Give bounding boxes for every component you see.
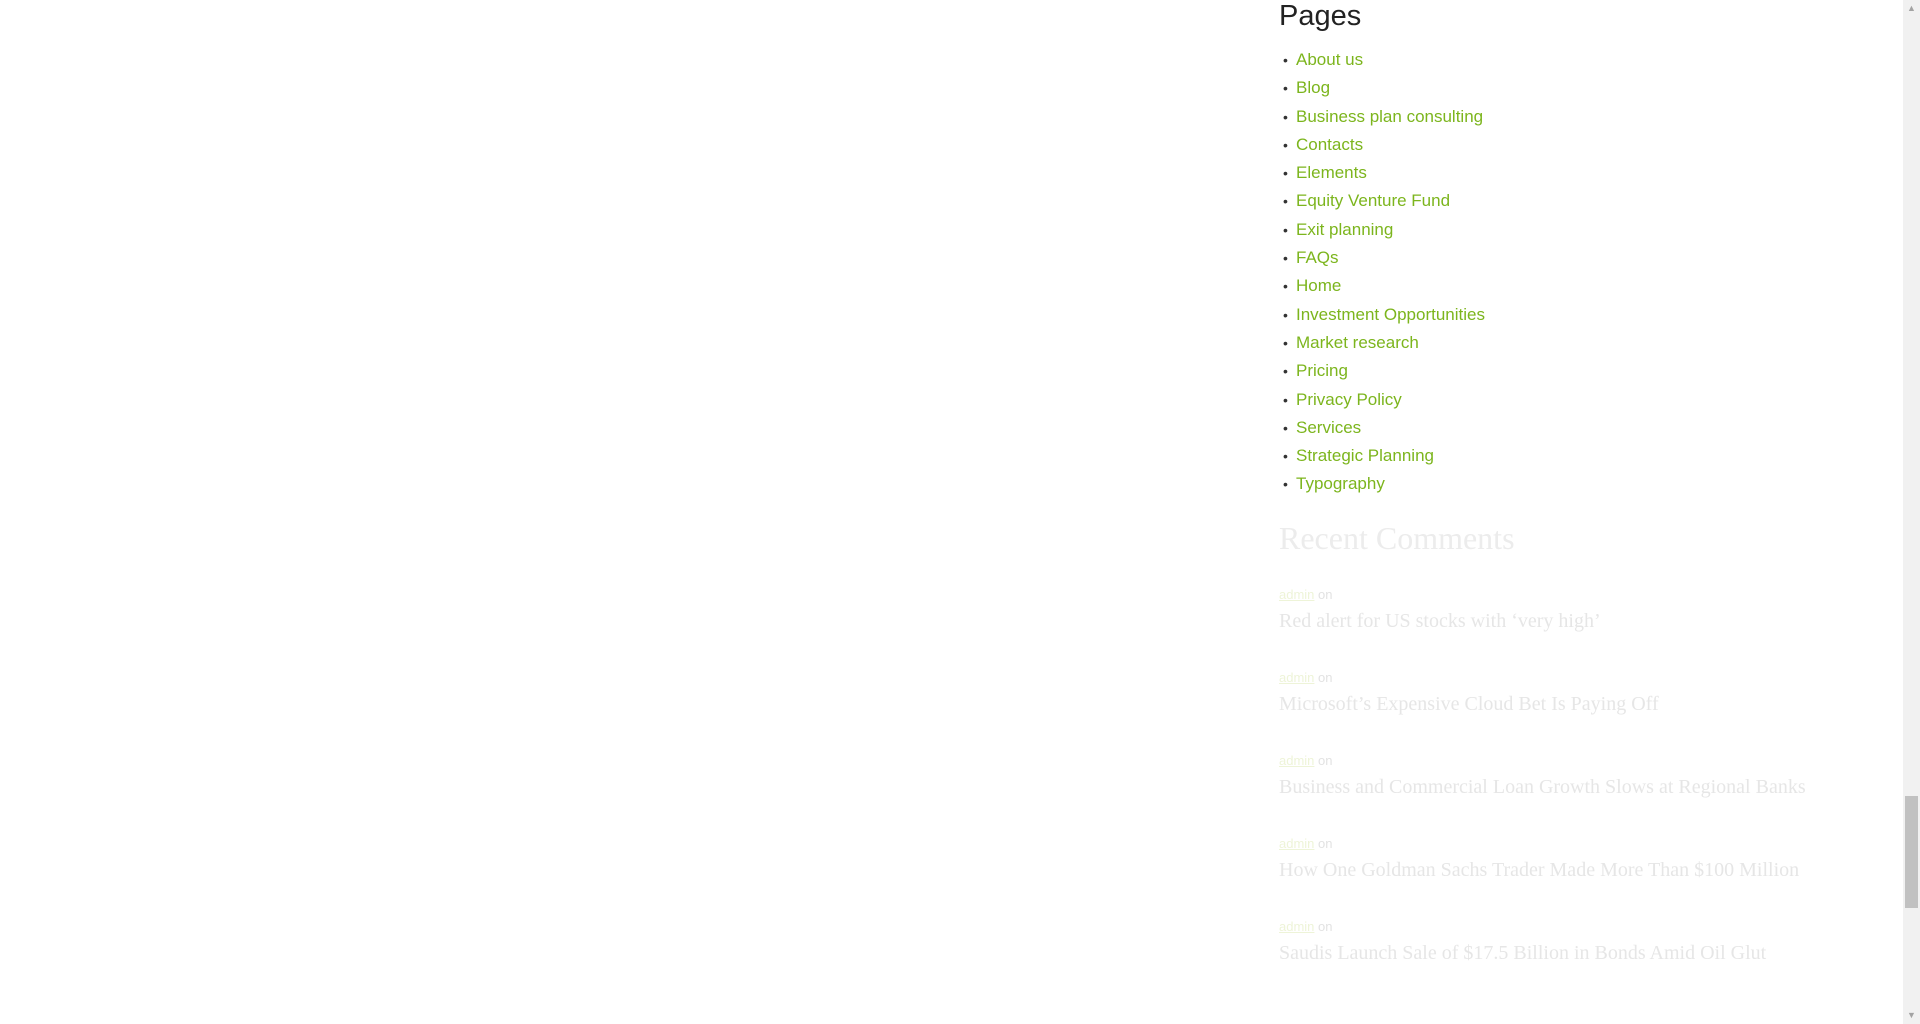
comment-author-link[interactable]: admin bbox=[1279, 836, 1314, 851]
comment-meta: admin on bbox=[1279, 833, 1859, 855]
page: Pages • About us • Blog • Business plan con… bbox=[0, 0, 1920, 1024]
comment-post-link[interactable]: How One Goldman Sachs Trader Made More T… bbox=[1279, 855, 1859, 885]
recent-comment-item: admin on Saudis Launch Sale of $17.5 Bil… bbox=[1279, 916, 1859, 999]
pages-list-item: • Market research bbox=[1279, 329, 1859, 357]
page-link-about-us[interactable]: About us bbox=[1296, 50, 1363, 69]
comment-meta: admin on bbox=[1279, 667, 1859, 689]
pages-widget-title: Pages bbox=[1279, 0, 1362, 32]
pages-list-item: • Elements bbox=[1279, 159, 1859, 187]
comment-on-text: on bbox=[1318, 753, 1333, 768]
page-link-privacy-policy[interactable]: Privacy Policy bbox=[1296, 390, 1402, 409]
bullet-icon: • bbox=[1283, 391, 1288, 408]
comment-on-text: on bbox=[1318, 919, 1333, 934]
recent-comment-item: admin on Red alert for US stocks with ‘v… bbox=[1279, 584, 1859, 667]
scroll-up-icon[interactable]: ▲ bbox=[1903, 0, 1920, 17]
scrollbar-thumb[interactable] bbox=[1905, 796, 1918, 908]
recent-comment-item: admin on Business and Commercial Loan Gr… bbox=[1279, 750, 1859, 833]
page-link-investment-opportunities[interactable]: Investment Opportunities bbox=[1296, 305, 1485, 324]
bullet-icon: • bbox=[1283, 476, 1288, 493]
recent-comment-item: admin on How One Goldman Sachs Trader Ma… bbox=[1279, 833, 1859, 916]
bullet-icon: • bbox=[1283, 52, 1288, 68]
comment-post-link[interactable]: Saudis Launch Sale of $17.5 Billion in B… bbox=[1279, 938, 1859, 968]
page-link-blog[interactable]: Blog bbox=[1296, 78, 1330, 97]
page-link-market-research[interactable]: Market research bbox=[1296, 333, 1419, 352]
comment-meta: admin on bbox=[1279, 916, 1859, 938]
scroll-down-icon[interactable]: ▼ bbox=[1903, 1007, 1920, 1024]
bullet-icon: • bbox=[1283, 363, 1288, 380]
sidebar: Pages • About us • Blog • Business plan con… bbox=[1279, 0, 1859, 964]
bullet-icon: • bbox=[1283, 221, 1288, 238]
page-link-home[interactable]: Home bbox=[1296, 276, 1341, 295]
bullet-icon: • bbox=[1283, 193, 1288, 210]
bullet-icon: • bbox=[1283, 448, 1288, 465]
pages-list-item: • Services bbox=[1279, 414, 1859, 442]
bullet-icon: • bbox=[1283, 250, 1288, 267]
bullet-icon: • bbox=[1283, 80, 1288, 97]
bullet-icon: • bbox=[1283, 108, 1288, 125]
pages-list: • About us • Blog • Business plan consultin… bbox=[1279, 46, 1859, 499]
page-link-business-plan-consulting[interactable]: Business plan consulting bbox=[1296, 107, 1483, 126]
page-link-elements[interactable]: Elements bbox=[1296, 163, 1367, 182]
pages-list-item: • Strategic Planning bbox=[1279, 442, 1859, 470]
comment-meta: admin on bbox=[1279, 584, 1859, 606]
comment-on-text: on bbox=[1318, 836, 1333, 851]
bullet-icon: • bbox=[1283, 306, 1288, 323]
comment-post-link[interactable]: Red alert for US stocks with ‘very high’ bbox=[1279, 606, 1859, 636]
pages-list-item: • Equity Venture Fund bbox=[1279, 187, 1859, 215]
pages-list-item: • Blog bbox=[1279, 74, 1859, 102]
bullet-icon: • bbox=[1283, 419, 1288, 436]
pages-widget: Pages • About us • Blog • Business plan con… bbox=[1279, 0, 1859, 499]
comment-meta: admin on bbox=[1279, 750, 1859, 772]
comment-author-link[interactable]: admin bbox=[1279, 670, 1314, 685]
pages-list-item: • Home bbox=[1279, 272, 1859, 300]
pages-list-item: • About us bbox=[1279, 46, 1859, 74]
comment-on-text: on bbox=[1318, 587, 1333, 602]
recent-comment-item: admin on Microsoft’s Expensive Cloud Bet… bbox=[1279, 667, 1859, 750]
comment-author-link[interactable]: admin bbox=[1279, 919, 1314, 934]
page-link-contacts[interactable]: Contacts bbox=[1296, 135, 1363, 154]
page-link-services[interactable]: Services bbox=[1296, 418, 1361, 437]
pages-list-item: • FAQs bbox=[1279, 244, 1859, 272]
recent-comments-title: Recent Comments bbox=[1279, 520, 1515, 556]
pages-list-item: • Typography bbox=[1279, 470, 1859, 498]
page-link-exit-planning[interactable]: Exit planning bbox=[1296, 220, 1393, 239]
vertical-scrollbar[interactable]: ▲ ▼ bbox=[1903, 0, 1920, 1024]
pages-list-item: • Investment Opportunities bbox=[1279, 301, 1859, 329]
pages-list-item: • Pricing bbox=[1279, 357, 1859, 385]
page-link-faqs[interactable]: FAQs bbox=[1296, 248, 1339, 267]
comment-post-link[interactable]: Business and Commercial Loan Growth Slow… bbox=[1279, 772, 1859, 802]
page-link-equity-venture-fund[interactable]: Equity Venture Fund bbox=[1296, 191, 1450, 210]
bullet-icon: • bbox=[1283, 278, 1288, 295]
comment-author-link[interactable]: admin bbox=[1279, 587, 1314, 602]
page-link-typography[interactable]: Typography bbox=[1296, 474, 1385, 493]
comment-on-text: on bbox=[1318, 670, 1333, 685]
bullet-icon: • bbox=[1283, 334, 1288, 351]
pages-list-item: • Contacts bbox=[1279, 131, 1859, 159]
bullet-icon: • bbox=[1283, 165, 1288, 182]
bullet-icon: • bbox=[1283, 136, 1288, 153]
page-link-strategic-planning[interactable]: Strategic Planning bbox=[1296, 446, 1434, 465]
page-link-pricing[interactable]: Pricing bbox=[1296, 361, 1348, 380]
comment-post-link[interactable]: Microsoft’s Expensive Cloud Bet Is Payin… bbox=[1279, 689, 1859, 719]
pages-list-item: • Exit planning bbox=[1279, 216, 1859, 244]
comment-author-link[interactable]: admin bbox=[1279, 753, 1314, 768]
recent-comments-list: admin on Red alert for US stocks with ‘v… bbox=[1279, 584, 1859, 999]
pages-list-item: • Business plan consulting bbox=[1279, 103, 1859, 131]
pages-list-item: • Privacy Policy bbox=[1279, 386, 1859, 414]
